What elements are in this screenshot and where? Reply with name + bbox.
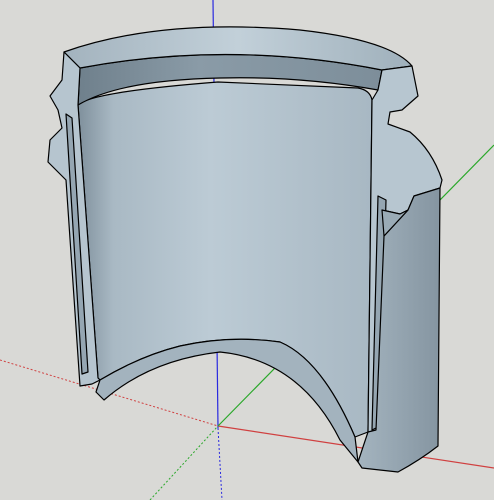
blue-axis-negative: [217, 427, 223, 500]
modeling-viewport[interactable]: [0, 0, 494, 500]
scene-canvas[interactable]: [0, 0, 494, 500]
sleeve-model[interactable]: [47, 26, 443, 473]
green-axis-negative: [149, 425, 219, 500]
